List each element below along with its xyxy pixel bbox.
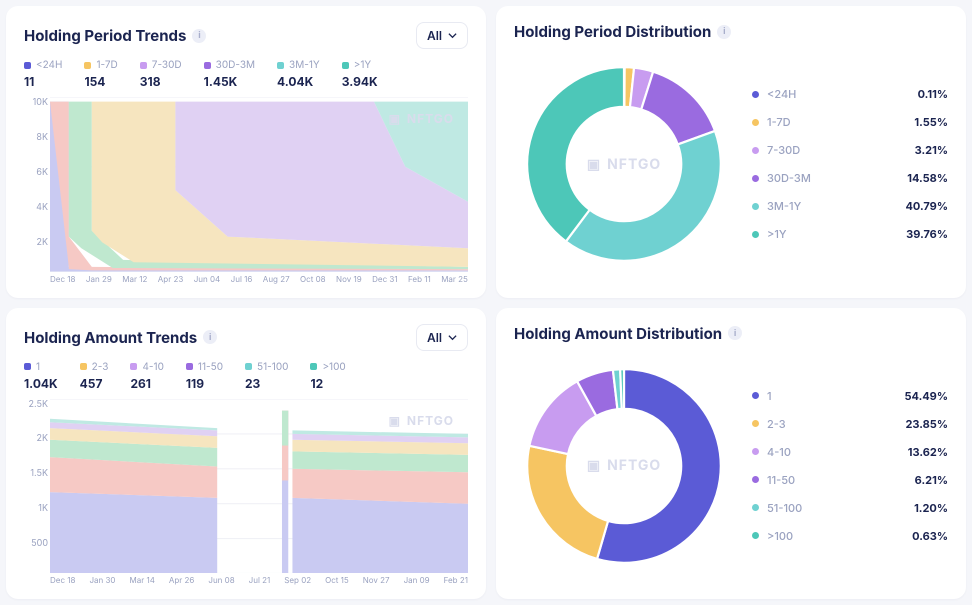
period-trends-chart[interactable]: 10K8K6K4K2K ▣ NFTGO [24,97,468,288]
info-icon[interactable]: i [728,326,742,340]
legend-item[interactable]: 1-7D154 [84,59,117,89]
dist-legend-item[interactable]: 154.49% [752,389,948,403]
info-icon[interactable]: i [717,25,731,39]
info-icon[interactable]: i [203,330,217,344]
amount-dist-legend: 154.49% 2-323.85% 4-1013.62% 11-506.21% 51-1… [752,389,948,543]
title-text: Holding Period Trends [24,26,186,45]
title-text: Holding Period Distribution [514,22,711,41]
dist-legend-item[interactable]: 51-1001.20% [752,501,948,515]
chevron-down-icon [448,31,457,40]
title-text: Holding Amount Distribution [514,324,722,343]
legend-item[interactable]: <24H11 [24,59,62,89]
dist-legend-item[interactable]: 30D-3M14.58% [752,171,948,185]
legend-item[interactable]: 30D-3M1.45K [204,59,255,89]
period-trends-filter-dropdown[interactable]: All [416,22,468,49]
holding-period-trends-card: Holding Period Trends i All <24H11 1-7D15… [6,6,486,298]
filter-label: All [427,28,442,43]
legend-item[interactable]: 4-10261 [130,361,163,391]
chevron-down-icon [448,333,457,342]
legend-item[interactable]: >1Y3.94K [342,59,378,89]
dist-legend-item[interactable]: 2-323.85% [752,417,948,431]
donut-slice[interactable] [527,67,624,241]
legend-item[interactable]: 11.04K [24,361,58,391]
dist-legend-item[interactable]: 1-7D1.55% [752,115,948,129]
legend-item[interactable]: 11-50119 [186,361,223,391]
amount-trends-chart[interactable]: 2.5K2K1.5K1K500 [24,399,468,590]
filter-label: All [427,330,442,345]
dist-legend-item[interactable]: >1000.63% [752,529,948,543]
card-title: Holding Period Trends i [24,26,206,45]
donut-slice[interactable] [566,131,721,261]
dist-legend-item[interactable]: <24H0.11% [752,87,948,101]
holding-period-dist-card: Holding Period Distribution i ▣ NFTGO <2… [496,6,966,298]
card-title: Holding Period Distribution i [514,22,948,41]
legend-item[interactable]: 7-30D318 [140,59,182,89]
period-dist-legend: <24H0.11% 1-7D1.55% 7-30D3.21% 30D-3M14.58%… [752,87,948,241]
donut-slice[interactable] [641,72,715,145]
donut-slice[interactable] [527,446,608,559]
legend-item[interactable]: 3M-1Y4.04K [277,59,320,89]
dist-legend-item[interactable]: 7-30D3.21% [752,143,948,157]
amount-trends-legend: 11.04K 2-3457 4-10261 11-50119 51-10023 >1001… [24,361,468,391]
card-title: Holding Amount Trends i [24,328,217,347]
holding-amount-dist-card: Holding Amount Distribution i ▣ NFTGO 15… [496,308,966,600]
legend-item[interactable]: 51-10023 [245,361,288,391]
donut-slice[interactable] [620,369,624,409]
dist-legend-item[interactable]: 11-506.21% [752,473,948,487]
legend-item[interactable]: >10012 [310,361,345,391]
dist-legend-item[interactable]: >1Y39.76% [752,227,948,241]
period-trends-legend: <24H11 1-7D154 7-30D318 30D-3M1.45K 3M-1Y4.0… [24,59,468,89]
amount-dist-donut[interactable]: ▣ NFTGO [514,356,734,576]
legend-item[interactable]: 2-3457 [80,361,109,391]
info-icon[interactable]: i [192,29,206,43]
period-dist-donut[interactable]: ▣ NFTGO [514,54,734,274]
amount-trends-filter-dropdown[interactable]: All [416,324,468,351]
holding-amount-trends-card: Holding Amount Trends i All 11.04K 2-3457… [6,308,486,600]
title-text: Holding Amount Trends [24,328,197,347]
card-title: Holding Amount Distribution i [514,324,948,343]
dist-legend-item[interactable]: 3M-1Y40.79% [752,199,948,213]
dist-legend-item[interactable]: 4-1013.62% [752,445,948,459]
